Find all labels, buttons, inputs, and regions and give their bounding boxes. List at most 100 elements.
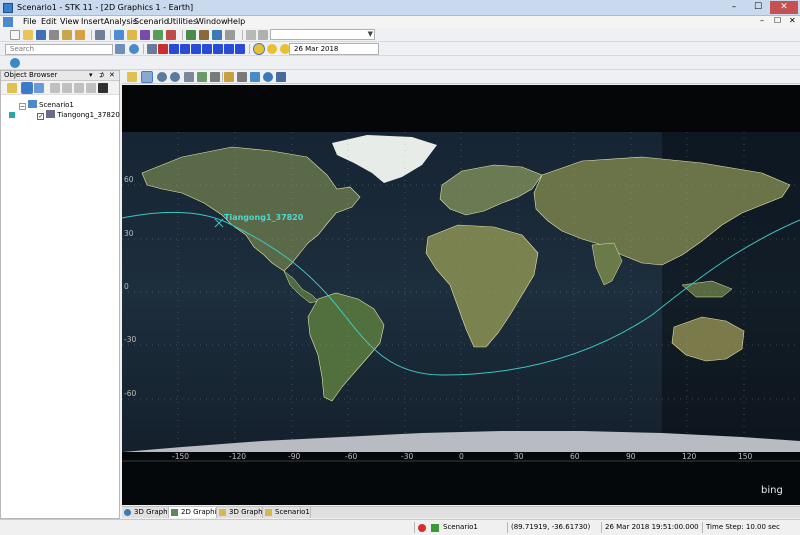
tree-item-scenario[interactable]: − Scenario1 bbox=[19, 100, 74, 110]
report-graph-icon[interactable] bbox=[166, 30, 176, 40]
faster-icon[interactable] bbox=[235, 44, 245, 54]
zoom-in-icon[interactable] bbox=[157, 72, 167, 82]
insert-default-icon[interactable] bbox=[127, 30, 137, 40]
play-icon[interactable] bbox=[202, 44, 212, 54]
insert-object-icon[interactable] bbox=[114, 30, 124, 40]
access-icon[interactable] bbox=[153, 30, 163, 40]
zoom-rect-icon[interactable] bbox=[184, 72, 194, 82]
realtime-icon[interactable] bbox=[253, 43, 265, 55]
export-icon[interactable] bbox=[237, 72, 247, 82]
search-input[interactable]: Search bbox=[5, 44, 113, 55]
zoom-out-icon[interactable] bbox=[170, 72, 180, 82]
chevron-down-icon: ▼ bbox=[367, 30, 373, 38]
map-icon[interactable] bbox=[197, 72, 207, 82]
deck-icon[interactable] bbox=[199, 30, 209, 40]
save-icon[interactable] bbox=[36, 30, 46, 40]
pane-menu-button[interactable]: ▾ bbox=[89, 71, 93, 80]
new-object-icon[interactable] bbox=[7, 83, 17, 93]
maximize-button[interactable]: ☐ bbox=[746, 1, 770, 14]
chain-icon[interactable] bbox=[186, 30, 196, 40]
earth-icon[interactable] bbox=[10, 58, 20, 68]
tab-scenario[interactable]: Scenario1 : ... bbox=[263, 507, 311, 518]
report-icon[interactable] bbox=[75, 30, 85, 40]
lon-label: -60 bbox=[345, 452, 358, 461]
menu-window[interactable]: Window bbox=[196, 17, 228, 26]
view-icon[interactable] bbox=[250, 72, 260, 82]
link-icon[interactable] bbox=[212, 30, 222, 40]
binoculars-icon[interactable] bbox=[98, 83, 108, 93]
rewind-icon[interactable] bbox=[158, 44, 168, 54]
object-combo[interactable]: ▼ bbox=[270, 29, 375, 40]
insert-icon[interactable] bbox=[21, 82, 33, 94]
pin-button[interactable]: ⊅ bbox=[99, 71, 105, 80]
lat-label: 0 bbox=[124, 282, 129, 291]
tab-2d-graphics[interactable]: 2D Graphic... bbox=[169, 507, 217, 518]
replace-icon[interactable] bbox=[258, 30, 268, 40]
slower-icon[interactable] bbox=[224, 44, 234, 54]
object-browser-title: Object Browser bbox=[4, 71, 58, 79]
reset-icon[interactable] bbox=[147, 44, 157, 54]
animation-time-field[interactable]: 26 Mar 2018 19:51:00.000 bbox=[289, 43, 379, 63]
main-toolbar bbox=[0, 28, 800, 42]
menu-view[interactable]: View bbox=[60, 17, 79, 26]
search-icon[interactable] bbox=[115, 44, 125, 54]
properties-icon[interactable] bbox=[127, 72, 137, 82]
properties-icon[interactable] bbox=[62, 30, 72, 40]
globe-icon bbox=[124, 509, 131, 516]
map-view[interactable]: Tiangong1_37820 60 30 0 -30 -60 -150 -12… bbox=[122, 85, 800, 505]
menu-analysis[interactable]: Analysis bbox=[104, 17, 137, 26]
expander-icon[interactable]: − bbox=[19, 103, 26, 110]
window-icon bbox=[219, 509, 226, 516]
delete-icon[interactable] bbox=[86, 83, 96, 93]
window-icon bbox=[265, 509, 272, 516]
globe-icon[interactable] bbox=[129, 44, 139, 54]
minimize-button[interactable]: – bbox=[722, 1, 746, 14]
menu-help[interactable]: Help bbox=[227, 17, 245, 26]
object-browser-header: Object Browser ▾ ⊅ ✕ bbox=[1, 71, 119, 81]
map-icon bbox=[171, 509, 178, 516]
mdi-restore-button[interactable]: ☐ bbox=[774, 16, 781, 25]
properties-filter-icon[interactable] bbox=[34, 83, 44, 93]
play-reverse-icon[interactable] bbox=[180, 44, 190, 54]
mdi-minimize-button[interactable]: – bbox=[760, 16, 764, 25]
document-icon[interactable] bbox=[3, 17, 13, 27]
pane-close-button[interactable]: ✕ bbox=[109, 71, 115, 80]
globe-view-icon[interactable] bbox=[263, 72, 273, 82]
x-real-time-icon[interactable] bbox=[267, 44, 277, 54]
layers-icon[interactable] bbox=[276, 72, 286, 82]
cut-icon[interactable] bbox=[50, 83, 60, 93]
menu-file[interactable]: File bbox=[23, 17, 36, 26]
satellite-label: Tiangong1_37820 bbox=[224, 213, 304, 222]
menu-scenario[interactable]: Scenario bbox=[134, 17, 169, 26]
new-icon[interactable] bbox=[10, 30, 20, 40]
step-back-icon[interactable] bbox=[169, 44, 179, 54]
satellite-label: Tiangong1_37820 bbox=[57, 111, 120, 119]
satellite-checkbox[interactable]: ✓ bbox=[37, 113, 45, 120]
tree-item-satellite[interactable]: ✓ Tiangong1_37820 bbox=[9, 110, 120, 120]
find-icon[interactable] bbox=[246, 30, 256, 40]
mdi-close-button[interactable]: ✕ bbox=[789, 16, 796, 25]
lon-label: -30 bbox=[401, 452, 414, 461]
copy-icon[interactable] bbox=[62, 83, 72, 93]
document-tabs: 3D Graphic... 2D Graphic... 3D Graphic..… bbox=[122, 506, 800, 518]
pan-hand-icon[interactable] bbox=[141, 71, 153, 83]
folder-open-icon[interactable] bbox=[23, 30, 33, 40]
menu-insert[interactable]: Insert bbox=[81, 17, 104, 26]
pause-icon[interactable] bbox=[191, 44, 201, 54]
error-icon[interactable] bbox=[418, 524, 426, 532]
tab-3d-graphics-2[interactable]: 3D Graphic... bbox=[217, 507, 263, 518]
print-icon[interactable] bbox=[95, 30, 105, 40]
scenario-icon bbox=[28, 100, 37, 108]
menu-edit[interactable]: Edit bbox=[41, 17, 57, 26]
step-forward-icon[interactable] bbox=[213, 44, 223, 54]
record-icon[interactable] bbox=[210, 72, 220, 82]
menu-utilities[interactable]: Utilities bbox=[167, 17, 197, 26]
analysis-icon[interactable] bbox=[140, 30, 150, 40]
app-icon bbox=[3, 3, 13, 13]
tab-3d-graphics-1[interactable]: 3D Graphic... bbox=[122, 507, 169, 518]
save-all-icon[interactable] bbox=[49, 30, 59, 40]
paste-icon[interactable] bbox=[74, 83, 84, 93]
snapshot-icon[interactable] bbox=[224, 72, 234, 82]
tool-icon[interactable] bbox=[225, 30, 235, 40]
close-button[interactable]: ✕ bbox=[770, 1, 798, 14]
